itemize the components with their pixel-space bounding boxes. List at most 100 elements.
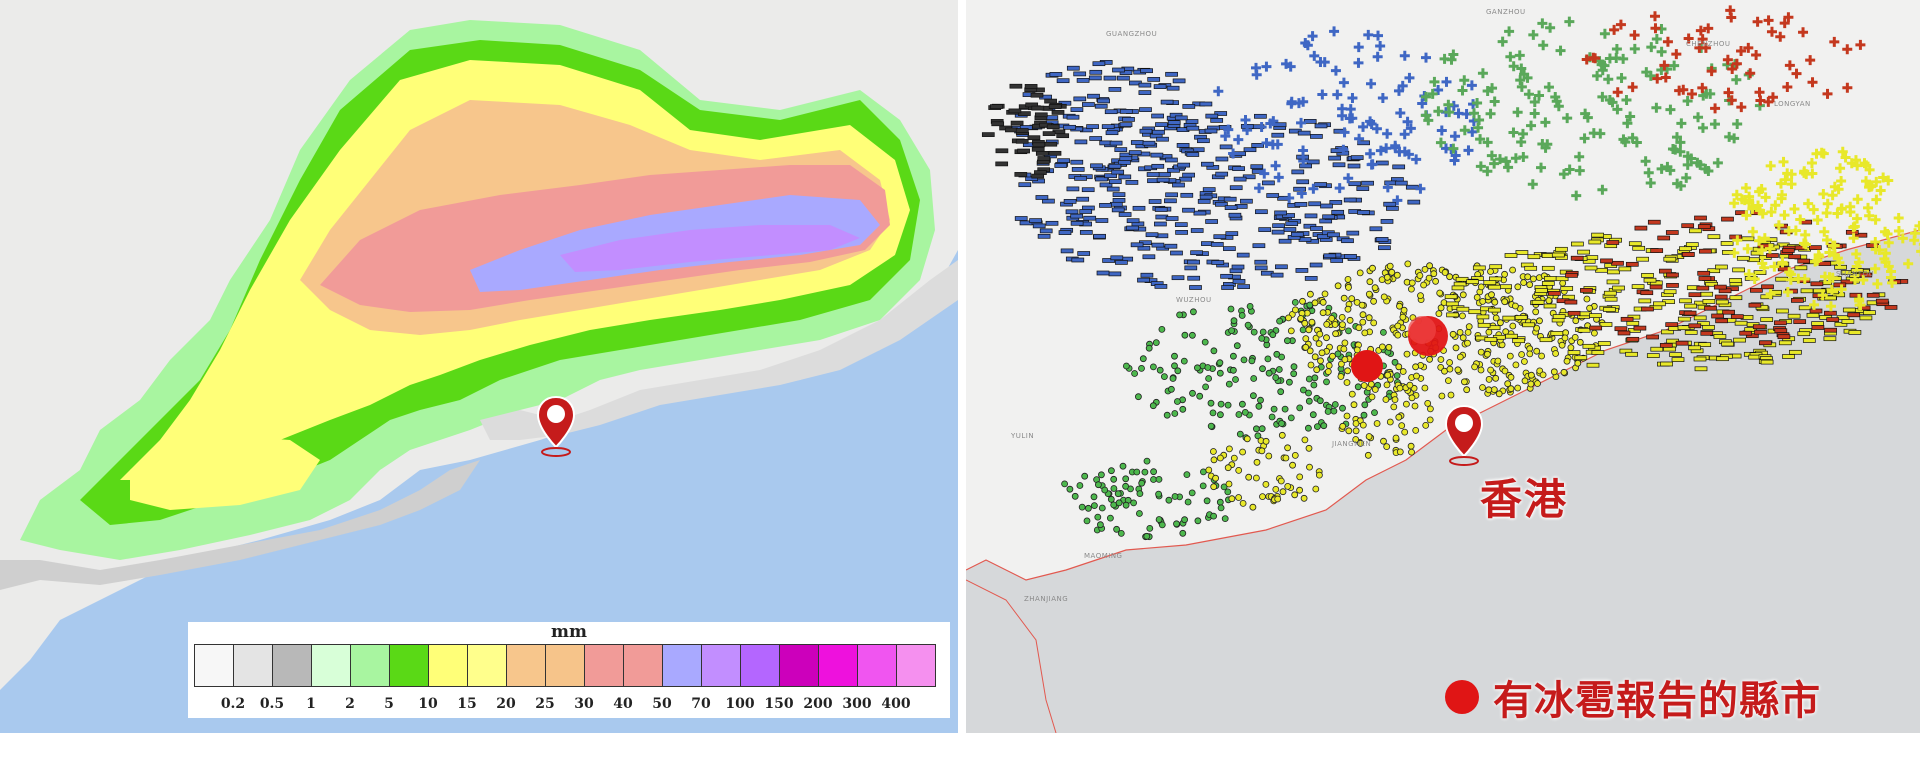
lightning-strike-mark xyxy=(1119,462,1127,470)
lightning-strike-mark xyxy=(981,132,995,137)
lightning-strike-mark xyxy=(1656,46,1667,57)
lightning-strike-mark xyxy=(1386,418,1394,426)
lightning-strike-mark xyxy=(1350,155,1364,160)
lightning-strike-mark xyxy=(1721,341,1734,347)
lightning-strike-mark xyxy=(1512,302,1519,310)
lightning-strike-mark xyxy=(1107,467,1115,475)
lightning-strike-mark xyxy=(1308,318,1316,326)
lightning-strike-mark xyxy=(1358,121,1369,132)
lightning-strike-mark xyxy=(1551,252,1565,258)
legend-swatch xyxy=(389,644,429,687)
lightning-strike-mark xyxy=(1866,292,1880,298)
lightning-strike-mark xyxy=(1154,284,1168,289)
lightning-strike-mark xyxy=(1444,377,1452,385)
lightning-strike-mark xyxy=(1512,107,1523,118)
lightning-strike-mark xyxy=(1570,255,1584,261)
lightning-strike-mark xyxy=(1232,279,1246,284)
legend-label: 100 xyxy=(725,696,755,712)
lightning-strike-mark xyxy=(1681,172,1692,183)
lightning-strike-mark xyxy=(1070,159,1084,165)
lightning-strike-mark xyxy=(1626,320,1640,326)
lightning-strike-mark xyxy=(1171,362,1178,370)
lightning-strike-mark xyxy=(1202,187,1216,192)
lightning-strike-mark xyxy=(1311,374,1319,382)
lightning-strike-mark xyxy=(1583,295,1591,303)
lightning-strike-mark xyxy=(1527,254,1541,260)
lightning-strike-mark xyxy=(1143,532,1151,540)
lightning-strike-mark xyxy=(1657,235,1671,241)
lightning-strike-mark xyxy=(1150,476,1157,483)
lightning-strike-mark xyxy=(1612,285,1625,291)
lightning-strike-mark xyxy=(1313,423,1321,431)
lightning-strike-mark xyxy=(1193,210,1207,216)
lightning-strike-mark xyxy=(1163,411,1171,419)
lightning-strike-mark xyxy=(1205,113,1219,119)
lightning-strike-mark xyxy=(1424,399,1432,407)
lightning-strike-mark xyxy=(1339,422,1347,430)
map-city-label: MAOMING xyxy=(1084,552,1123,560)
lightning-strike-mark xyxy=(1076,482,1084,489)
lightning-strike-mark xyxy=(1207,399,1215,407)
map-city-label: JIANGMEN xyxy=(1332,440,1372,448)
lightning-strike-mark xyxy=(1656,163,1667,174)
lightning-strike-mark xyxy=(1331,401,1339,408)
lightning-strike-mark xyxy=(1662,36,1673,47)
lightning-strike-mark xyxy=(1112,192,1126,197)
lightning-strike-mark xyxy=(1545,297,1553,305)
lightning-strike-mark xyxy=(1650,248,1664,253)
lightning-strike-mark xyxy=(1276,317,1284,325)
lightning-strike-mark xyxy=(1283,227,1297,232)
lightning-strike-mark xyxy=(1227,305,1235,313)
lightning-strike-mark xyxy=(1364,451,1372,459)
lightning-strike-mark xyxy=(1160,99,1174,105)
lightning-strike-mark xyxy=(1205,219,1218,224)
lightning-strike-mark xyxy=(1093,233,1106,239)
lightning-strike-mark xyxy=(1030,92,1044,98)
lightning-strike-mark xyxy=(1228,327,1236,335)
lightning-strike-mark xyxy=(1524,265,1538,271)
lightning-strike-mark xyxy=(1449,330,1457,338)
lightning-strike-mark xyxy=(1489,96,1500,107)
rainfall-map-panel: mm 0.2 0.5 1 2 5 10 15 20 25 30 40 50 70 100 150 200 300… xyxy=(0,0,958,733)
lightning-strike-mark xyxy=(1205,466,1213,474)
lightning-strike-mark xyxy=(1847,312,1861,318)
lightning-strike-mark xyxy=(1693,112,1704,123)
lightning-strike-mark xyxy=(1073,71,1087,77)
lightning-strike-mark xyxy=(1777,334,1791,340)
lightning-strike-mark xyxy=(1115,499,1123,507)
lightning-strike-mark xyxy=(1194,517,1202,525)
lightning-strike-mark xyxy=(1182,172,1195,178)
lightning-strike-mark xyxy=(1256,122,1267,133)
lightning-strike-mark xyxy=(1399,129,1410,140)
lightning-strike-mark xyxy=(1734,320,1748,326)
lightning-strike-mark xyxy=(1236,430,1244,438)
lightning-strike-mark xyxy=(1210,456,1218,464)
lightning-strike-mark xyxy=(1791,298,1804,303)
lightning-strike-mark xyxy=(1302,335,1310,343)
lightning-strike-mark xyxy=(1591,350,1605,355)
lightning-strike-mark xyxy=(1193,364,1201,372)
lightning-strike-mark xyxy=(1383,273,1391,281)
lightning-strike-mark xyxy=(1299,326,1307,334)
lightning-strike-mark xyxy=(1555,246,1568,252)
lightning-strike-mark xyxy=(1353,42,1364,53)
lightning-strike-mark xyxy=(1463,145,1474,156)
lightning-strike-mark xyxy=(1184,498,1192,506)
lightning-strike-mark xyxy=(1088,75,1102,81)
lightning-strike-mark xyxy=(1258,447,1266,455)
lightning-strike-mark xyxy=(1248,357,1256,365)
hail-legend-text: 有冰雹報告的縣市 xyxy=(1493,678,1821,724)
lightning-strike-mark xyxy=(1497,36,1508,47)
lightning-strike-mark xyxy=(1254,113,1267,119)
lightning-strike-mark xyxy=(1216,498,1224,506)
lightning-strike-mark xyxy=(1090,502,1098,510)
lightning-strike-mark xyxy=(1241,408,1249,416)
lightning-strike-mark xyxy=(1811,325,1825,330)
lightning-strike-mark xyxy=(1604,296,1618,302)
lightning-strike-mark xyxy=(1089,69,1103,75)
legend-unit: mm xyxy=(551,622,587,642)
lightning-strike-mark xyxy=(1196,392,1204,400)
lightning-strike-mark xyxy=(1345,427,1353,435)
lightning-strike-mark xyxy=(1645,177,1656,188)
lightning-strike-mark xyxy=(1571,241,1584,247)
